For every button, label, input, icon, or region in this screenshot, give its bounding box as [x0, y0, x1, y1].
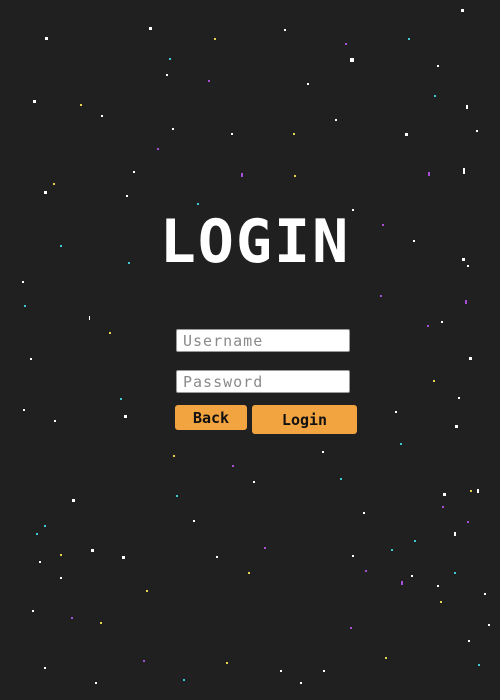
page-title: LOGIN: [159, 207, 351, 277]
username-input[interactable]: [176, 329, 350, 352]
login-screen: LOGIN Back Login: [0, 0, 500, 700]
login-button[interactable]: Login: [252, 405, 357, 434]
back-button[interactable]: Back: [175, 405, 247, 430]
password-input[interactable]: [176, 370, 350, 393]
